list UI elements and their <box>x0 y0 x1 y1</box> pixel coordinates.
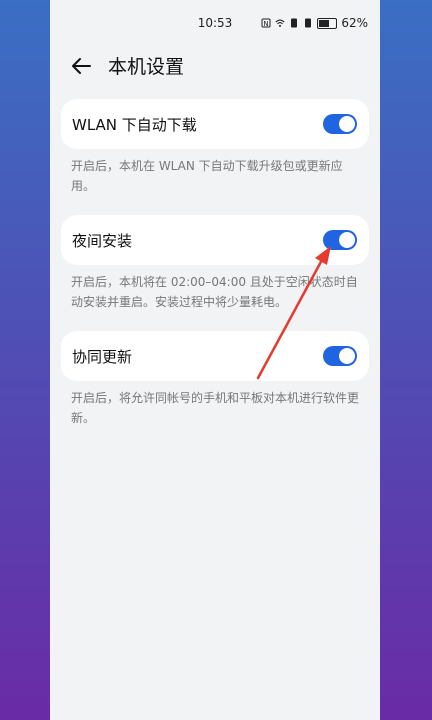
battery-icon <box>317 17 338 29</box>
setting-collaborative-update[interactable]: 协同更新 <box>61 331 369 381</box>
back-arrow-icon[interactable] <box>70 55 92 77</box>
night-install-toggle[interactable] <box>323 230 357 250</box>
toggle-knob <box>339 348 355 364</box>
setting-night-install[interactable]: 夜间安装 <box>61 215 369 265</box>
page-title: 本机设置 <box>108 56 185 78</box>
wlan-auto-download-toggle[interactable] <box>323 114 357 134</box>
svg-text:N: N <box>264 20 269 28</box>
sim-icon <box>291 18 298 28</box>
setting-label: 协同更新 <box>72 347 133 366</box>
status-icons: N 62% <box>261 16 368 30</box>
sim-icon-2 <box>305 18 312 28</box>
status-bar: 10:53 N 62% <box>50 14 380 34</box>
nfc-icon: N <box>261 18 271 28</box>
setting-description: 开启后，本机将在 02:00–04:00 且处于空闲状态时自动安装并重启。安装过… <box>71 275 358 309</box>
battery-level: 62% <box>341 16 368 30</box>
setting-description: 开启后，本机在 WLAN 下自动下载升级包或更新应用。 <box>71 159 343 193</box>
setting-wlan-auto-download[interactable]: WLAN 下自动下载 <box>61 99 369 149</box>
setting-label: 夜间安装 <box>72 231 133 250</box>
collaborative-update-toggle[interactable] <box>323 346 357 366</box>
toggle-knob <box>339 116 355 132</box>
phone-screen: 10:53 N 62% 本机设置 WLAN 下自动下载 开启后，本机在 WLAN… <box>50 0 380 720</box>
setting-label: WLAN 下自动下载 <box>72 115 197 134</box>
page-header: 本机设置 <box>70 52 184 79</box>
setting-description: 开启后，将允许同帐号的手机和平板对本机进行软件更新。 <box>71 391 360 425</box>
wifi-icon <box>275 19 285 27</box>
toggle-knob <box>339 232 355 248</box>
